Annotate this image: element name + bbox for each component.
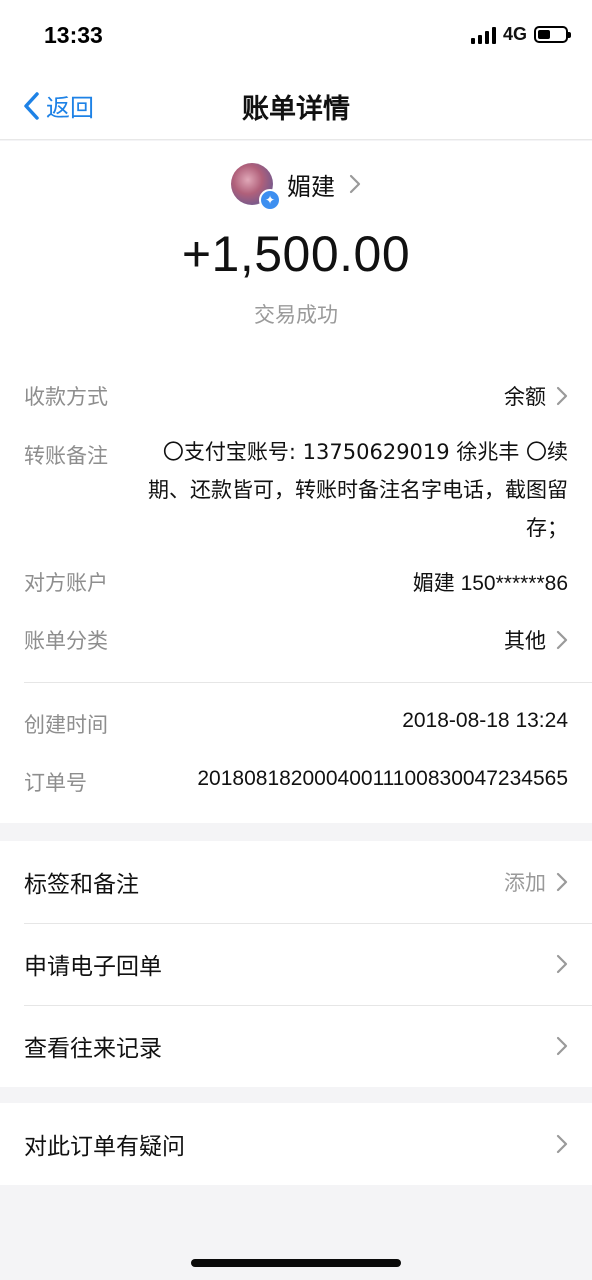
created-time-label: 创建时间 [24, 713, 108, 737]
payment-method-value: 余额 [504, 385, 546, 409]
history-label: 查看往来记录 [24, 1036, 162, 1062]
counterparty-value: 媚建 150******86 [412, 572, 568, 595]
transaction-status: 交易成功 [254, 303, 338, 327]
battery-level [538, 30, 550, 39]
category-row[interactable]: 账单分类 其他 [24, 625, 568, 655]
history-item[interactable]: 查看往来记录 [0, 1005, 592, 1087]
divider [24, 682, 592, 683]
status-time: 13:33 [44, 22, 103, 48]
page-title: 账单详情 [242, 94, 350, 125]
payer-link[interactable]: ✦ 媚建 [0, 163, 592, 211]
battery-icon [534, 26, 571, 43]
payment-method-row[interactable]: 收款方式 余额 [24, 381, 568, 411]
chevron-right-icon [556, 1134, 568, 1154]
chevron-right-icon [556, 630, 568, 650]
remark-label: 转账备注 [24, 444, 108, 468]
network-type: 4G [502, 24, 527, 44]
signal-icon [470, 26, 496, 44]
chevron-right-icon [556, 954, 568, 974]
order-question-item[interactable]: 对此订单有疑问 [0, 1103, 592, 1185]
nav-bar: 返回 账单详情 [0, 70, 592, 140]
transaction-amount: +1,500.00 [181, 226, 411, 282]
order-number-row: 订单号 20180818200040011100830047234565 [24, 767, 568, 797]
home-indicator[interactable] [191, 1259, 401, 1267]
star-badge-icon: ✦ [259, 189, 281, 211]
tags-notes-label: 标签和备注 [24, 872, 139, 898]
status-bar: 13:33 4G [0, 0, 592, 70]
counterparty-label: 对方账户 [24, 571, 108, 595]
created-time-row: 创建时间 2018-08-18 13:24 [24, 709, 568, 739]
chevron-right-icon [556, 386, 568, 406]
order-number-value: 20180818200040011100830047234565 [197, 767, 568, 790]
category-label: 账单分类 [24, 629, 108, 653]
remark-value: 〇支付宝账号: 13750629019 徐兆丰 〇续期、还款皆可，转账时备注名字… [148, 440, 568, 540]
e-receipt-item[interactable]: 申请电子回单 [0, 923, 592, 1005]
chevron-right-icon [556, 1036, 568, 1056]
chevron-right-icon [349, 174, 361, 194]
tags-notes-item[interactable]: 标签和备注 添加 [0, 841, 592, 923]
e-receipt-label: 申请电子回单 [24, 954, 162, 980]
status-indicators: 4G [470, 24, 571, 45]
avatar: ✦ [231, 163, 281, 211]
bill-detail-card: ✦ 媚建 +1,500.00 交易成功 收款方式 余额 转账备注 〇支付宝账号:… [0, 141, 592, 823]
counterparty-row: 对方账户 媚建 150******86 [24, 567, 568, 597]
help-menu: 对此订单有疑问 [0, 1103, 592, 1185]
tags-add-label: 添加 [504, 871, 546, 895]
order-question-label: 对此订单有疑问 [24, 1134, 185, 1160]
payment-method-label: 收款方式 [24, 385, 108, 409]
remark-row: 转账备注 〇支付宝账号: 13750629019 徐兆丰 〇续期、还款皆可，转账… [24, 440, 568, 547]
order-number-label: 订单号 [24, 771, 87, 795]
created-time-value: 2018-08-18 13:24 [402, 709, 568, 732]
category-value: 其他 [504, 629, 546, 653]
chevron-right-icon [556, 872, 568, 892]
action-menu: 标签和备注 添加 申请电子回单 查看往来记录 [0, 841, 592, 1087]
payer-name: 媚建 [287, 172, 335, 201]
